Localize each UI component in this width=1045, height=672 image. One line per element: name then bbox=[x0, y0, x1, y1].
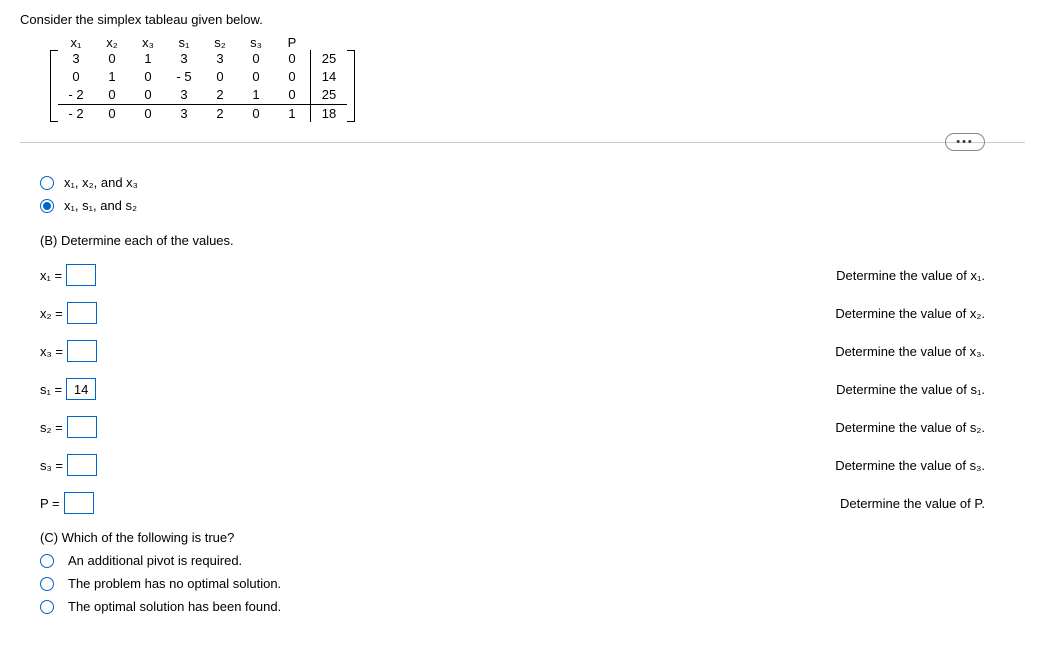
s3-hint: Determine the value of s₃. bbox=[835, 458, 985, 473]
cell: 0 bbox=[238, 68, 274, 86]
cell: 18 bbox=[311, 105, 347, 122]
c3-label: The optimal solution has been found. bbox=[68, 599, 281, 614]
table-row: 3 0 1 3 3 0 0 25 bbox=[58, 50, 347, 68]
bracket-left bbox=[50, 50, 58, 122]
table-row: 0 1 0 - 5 0 0 0 14 bbox=[58, 68, 347, 86]
x2-hint: Determine the value of x₂. bbox=[835, 306, 985, 321]
option-group-c: An additional pivot is required. The pro… bbox=[40, 553, 1025, 614]
bracket-right bbox=[347, 50, 355, 122]
cell: 3 bbox=[202, 50, 238, 68]
s1-input[interactable] bbox=[66, 378, 96, 400]
intro-text: Consider the simplex tableau given below… bbox=[20, 12, 1025, 27]
x2-label: x₂ = bbox=[40, 306, 63, 321]
cell: 0 bbox=[130, 68, 166, 86]
s1-hint: Determine the value of s₁. bbox=[836, 382, 985, 397]
section-c-title: (C) Which of the following is true? bbox=[40, 530, 1025, 545]
radio-c3[interactable] bbox=[40, 600, 54, 614]
simplex-tableau: x₁ x₂ x₃ s₁ s₂ s₃ P 3 0 1 3 3 0 0 25 0 1 bbox=[50, 35, 1025, 122]
s2-hint: Determine the value of s₂. bbox=[835, 420, 985, 435]
x3-label: x₃ = bbox=[40, 344, 63, 359]
cell: 1 bbox=[238, 86, 274, 104]
cell: 0 bbox=[274, 68, 310, 86]
x1-input[interactable] bbox=[66, 264, 96, 286]
x1-label: x₁ = bbox=[40, 268, 62, 283]
cell: 0 bbox=[130, 105, 166, 122]
cell: 0 bbox=[274, 50, 310, 68]
tableau-headers: x₁ x₂ x₃ s₁ s₂ s₃ P bbox=[58, 35, 1025, 50]
p-label: P = bbox=[40, 496, 60, 511]
cell: 0 bbox=[238, 105, 274, 122]
s3-label: s₃ = bbox=[40, 458, 63, 473]
opt1-label: x₁, x₂, and x₃ bbox=[64, 175, 138, 190]
cell: 3 bbox=[166, 50, 202, 68]
cell: 1 bbox=[274, 105, 310, 122]
cell: 14 bbox=[311, 68, 347, 86]
radio-c2[interactable] bbox=[40, 577, 54, 591]
p-hint: Determine the value of P. bbox=[840, 496, 985, 511]
s2-input[interactable] bbox=[67, 416, 97, 438]
cell: 3 bbox=[166, 105, 202, 122]
header-cell: s₁ bbox=[166, 35, 202, 50]
cell: 0 bbox=[58, 68, 94, 86]
header-cell: x₃ bbox=[130, 35, 166, 50]
header-cell: x₂ bbox=[94, 35, 130, 50]
radio-opt2[interactable] bbox=[40, 199, 54, 213]
s3-input[interactable] bbox=[67, 454, 97, 476]
more-button[interactable]: ••• bbox=[945, 133, 985, 151]
table-row: - 2 0 0 3 2 0 1 18 bbox=[58, 104, 347, 122]
divider bbox=[20, 142, 1025, 143]
radio-c1[interactable] bbox=[40, 554, 54, 568]
header-cell: x₁ bbox=[58, 35, 94, 50]
cell: 0 bbox=[274, 86, 310, 104]
cell: 0 bbox=[202, 68, 238, 86]
x2-input[interactable] bbox=[67, 302, 97, 324]
cell: 3 bbox=[58, 50, 94, 68]
table-row: - 2 0 0 3 2 1 0 25 bbox=[58, 86, 347, 104]
header-cell: P bbox=[274, 35, 310, 50]
cell: 1 bbox=[94, 68, 130, 86]
cell: 0 bbox=[94, 50, 130, 68]
c2-label: The problem has no optimal solution. bbox=[68, 576, 281, 591]
cell: 0 bbox=[130, 86, 166, 104]
cell: - 2 bbox=[58, 105, 94, 122]
cell: 0 bbox=[94, 86, 130, 104]
cell: - 2 bbox=[58, 86, 94, 104]
header-cell: s₃ bbox=[238, 35, 274, 50]
x3-hint: Determine the value of x₃. bbox=[835, 344, 985, 359]
radio-opt1[interactable] bbox=[40, 176, 54, 190]
x3-input[interactable] bbox=[67, 340, 97, 362]
p-input[interactable] bbox=[64, 492, 94, 514]
s2-label: s₂ = bbox=[40, 420, 63, 435]
section-b-title: (B) Determine each of the values. bbox=[40, 233, 1025, 248]
cell: 0 bbox=[94, 105, 130, 122]
s1-label: s₁ = bbox=[40, 382, 62, 397]
cell: 0 bbox=[238, 50, 274, 68]
opt2-label: x₁, s₁, and s₂ bbox=[64, 198, 137, 213]
cell: - 5 bbox=[166, 68, 202, 86]
header-cell bbox=[310, 35, 346, 50]
cell: 3 bbox=[166, 86, 202, 104]
cell: 1 bbox=[130, 50, 166, 68]
x1-hint: Determine the value of x₁. bbox=[836, 268, 985, 283]
option-group-a: x₁, x₂, and x₃ x₁, s₁, and s₂ bbox=[40, 175, 1025, 213]
c1-label: An additional pivot is required. bbox=[68, 553, 242, 568]
cell: 2 bbox=[202, 105, 238, 122]
cell: 25 bbox=[311, 86, 347, 104]
cell: 25 bbox=[311, 50, 347, 68]
header-cell: s₂ bbox=[202, 35, 238, 50]
cell: 2 bbox=[202, 86, 238, 104]
